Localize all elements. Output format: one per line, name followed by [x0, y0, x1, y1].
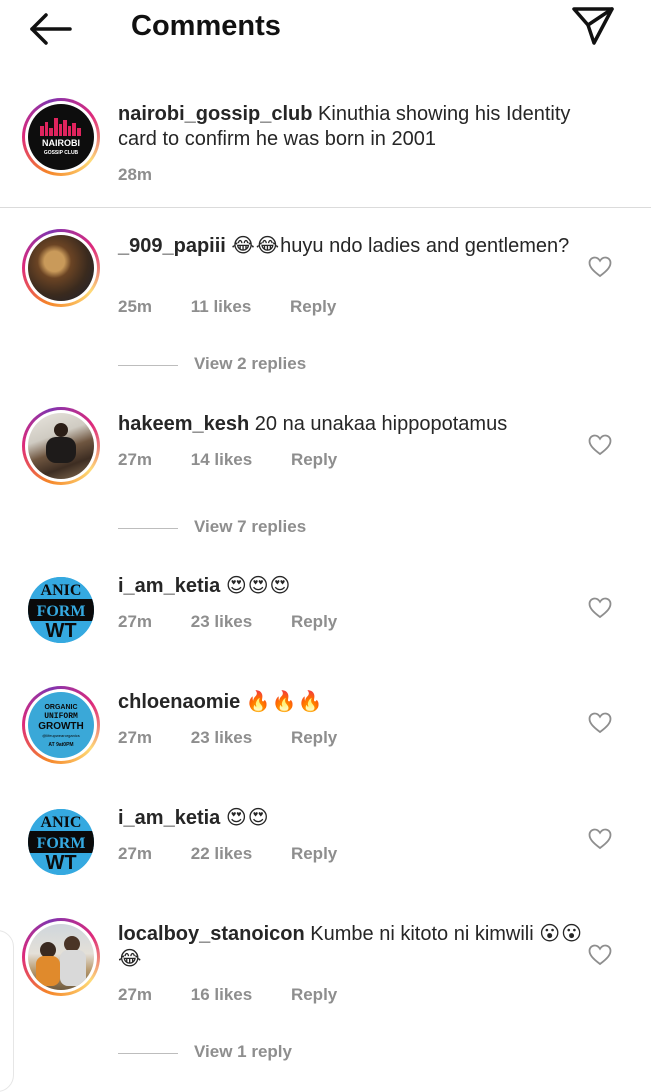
svg-text:FORM: FORM [37, 603, 86, 620]
reply-button[interactable]: Reply [291, 728, 337, 748]
svg-text:@lifeupwearorganics: @lifeupwearorganics [42, 733, 79, 738]
svg-text:FORM: FORM [37, 835, 86, 852]
caption-meta: 28m [118, 165, 152, 185]
svg-text:WT: WT [45, 852, 76, 874]
comment-meta: 27m 14 likes Reply [118, 450, 337, 470]
comment-username[interactable]: localboy_stanoicon [118, 923, 305, 945]
comment-body: Kumbe ni kitoto ni kimwili [310, 923, 534, 945]
page-title: Comments [131, 10, 281, 42]
comment-meta: 27m 23 likes Reply [118, 728, 337, 748]
comment-meta: 25m 11 likes Reply [118, 297, 336, 317]
svg-text:NAIROBI: NAIROBI [42, 138, 80, 148]
comment-username[interactable]: chloenaomie [118, 691, 240, 713]
comment-avatar-909-papiii[interactable] [22, 229, 100, 307]
post-caption: NAIROBI GOSSIP CLUB nairobi_gossip_club … [0, 96, 651, 208]
comment-text: chloenaomie 🔥🔥🔥 [118, 690, 588, 715]
comment-emoji: 😂😂 [231, 235, 281, 257]
heart-icon[interactable] [588, 712, 612, 734]
comment-emoji: 🔥🔥🔥 [245, 691, 324, 713]
view-replies-text: View 1 reply [194, 1042, 292, 1061]
nairobi-logo-icon: NAIROBI GOSSIP CLUB [40, 118, 81, 156]
comment-meta: 27m 16 likes Reply [118, 985, 337, 1005]
comment-time: 27m [118, 450, 153, 469]
comment-time: 27m [118, 985, 153, 1004]
comment-avatar-localboy-stanoicon[interactable] [22, 918, 100, 996]
comment-meta: 27m 23 likes Reply [118, 612, 337, 632]
reply-button[interactable]: Reply [291, 985, 337, 1005]
comment-text: localboy_stanoicon Kumbe ni kitoto ni ki… [118, 922, 583, 972]
comment-likes[interactable]: 11 likes [191, 297, 252, 317]
caption-username[interactable]: nairobi_gossip_club [118, 103, 312, 125]
svg-text:ORGANIC: ORGANIC [44, 704, 77, 711]
comment-time: 27m [118, 844, 153, 863]
svg-text:UNIFORM: UNIFORM [44, 712, 78, 721]
back-arrow-icon[interactable] [28, 12, 74, 46]
comment-avatar-i-am-ketia[interactable]: ANIC FORM WT [28, 809, 94, 875]
heart-icon[interactable] [588, 434, 612, 456]
comment-likes[interactable]: 22 likes [191, 844, 252, 864]
svg-text:ANIC: ANIC [41, 582, 82, 599]
comment-time: 25m [118, 297, 153, 316]
side-sheet-edge [0, 930, 14, 1092]
top-bar: Comments [0, 0, 651, 60]
reply-button[interactable]: Reply [291, 450, 337, 470]
heart-icon[interactable] [588, 944, 612, 966]
comment-emoji: 😍😍 [225, 807, 270, 829]
divider [0, 207, 651, 208]
comment-emoji: 😍😍😍 [225, 575, 292, 597]
send-icon[interactable] [570, 5, 616, 47]
organic-uniform-growth-avatar: ORGANIC UNIFORM GROWTH @lifeupwearorgani… [38, 704, 84, 748]
heart-icon[interactable] [588, 597, 612, 619]
comment-likes[interactable]: 14 likes [191, 450, 252, 470]
comment-time: 27m [118, 612, 153, 631]
comment-username[interactable]: i_am_ketia [118, 575, 220, 597]
ketia-avatar-image: ANIC FORM WT [28, 577, 94, 643]
comment-avatar-hakeem-kesh[interactable] [22, 407, 100, 485]
caption-avatar[interactable]: NAIROBI GOSSIP CLUB [22, 98, 100, 176]
svg-text:GOSSIP CLUB: GOSSIP CLUB [44, 150, 79, 156]
comment-text: i_am_ketia 😍😍😍 [118, 574, 588, 599]
caption-text: nairobi_gossip_club Kinuthia showing his… [118, 102, 588, 152]
comment-time: 27m [118, 728, 153, 747]
svg-text:WT: WT [45, 620, 76, 642]
comment-likes[interactable]: 23 likes [191, 612, 252, 632]
reply-button[interactable]: Reply [291, 844, 337, 864]
comment-text: _909_papiii 😂😂huyu ndo ladies and gentle… [118, 234, 588, 259]
svg-text:AT 9at0PM: AT 9at0PM [48, 742, 73, 748]
comment-text: i_am_ketia 😍😍 [118, 806, 588, 831]
caption-time: 28m [118, 165, 153, 184]
comment-likes[interactable]: 23 likes [191, 728, 252, 748]
svg-text:ANIC: ANIC [41, 814, 82, 831]
heart-icon[interactable] [588, 256, 612, 278]
comment-username[interactable]: _909_papiii [118, 235, 226, 257]
reply-button[interactable]: Reply [291, 612, 337, 632]
ketia-avatar-image: ANIC FORM WT [28, 809, 94, 875]
comment-body: huyu ndo ladies and gentlemen? [280, 235, 570, 257]
comment-avatar-chloenaomie[interactable]: ORGANIC UNIFORM GROWTH @lifeupwearorgani… [22, 686, 100, 764]
comment-avatar-i-am-ketia[interactable]: ANIC FORM WT [28, 577, 94, 643]
comment-username[interactable]: hakeem_kesh [118, 413, 249, 435]
comment-meta: 27m 22 likes Reply [118, 844, 337, 864]
view-replies-text: View 2 replies [194, 354, 307, 373]
heart-icon[interactable] [588, 828, 612, 850]
comment-body: 20 na unakaa hippopotamus [254, 413, 508, 435]
comment-username[interactable]: i_am_ketia [118, 807, 220, 829]
svg-text:GROWTH: GROWTH [38, 721, 84, 732]
reply-button[interactable]: Reply [290, 297, 336, 317]
comment-text: hakeem_kesh 20 na unakaa hippopotamus [118, 412, 588, 437]
view-replies-text: View 7 replies [194, 517, 307, 536]
comment-likes[interactable]: 16 likes [191, 985, 252, 1005]
